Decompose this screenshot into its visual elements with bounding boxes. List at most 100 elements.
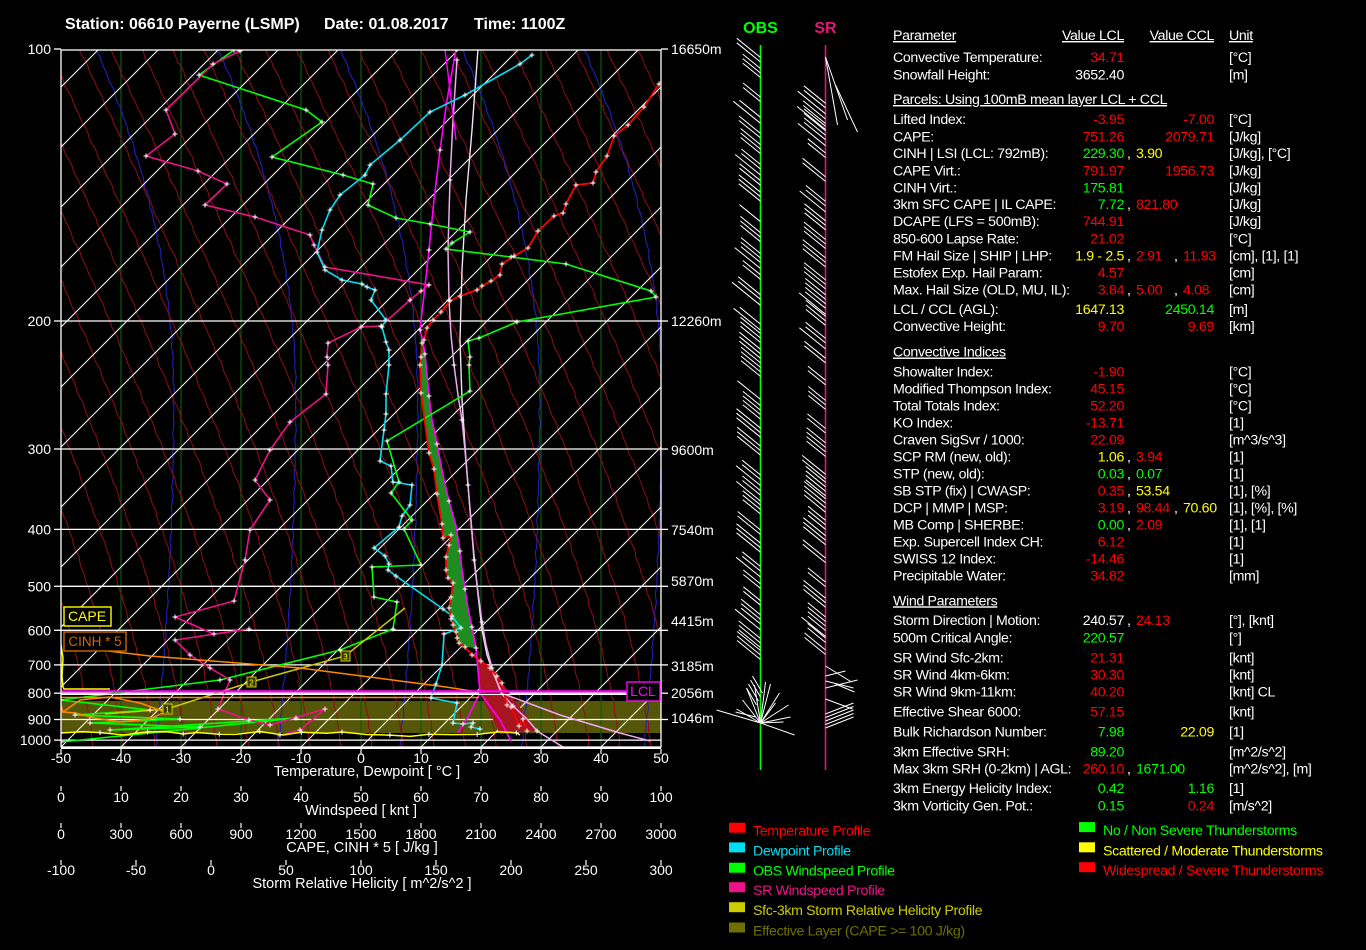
svg-text:CINH * 5: CINH * 5 [68,634,121,649]
svg-text:Windspeed [ knt ]: Windspeed [ knt ] [305,803,417,819]
svg-text:OBS Windspeed Profile: OBS Windspeed Profile [753,864,895,880]
svg-text:821.80: 821.80 [1136,197,1178,213]
svg-text:[1]: [1] [1229,724,1244,740]
svg-text:100: 100 [28,41,52,57]
svg-text:Storm Direction | Motion:: Storm Direction | Motion: [893,613,1040,629]
svg-text:175.81: 175.81 [1083,180,1125,196]
svg-text:Time: 1100Z: Time: 1100Z [474,16,566,33]
svg-text:Precipitable Water:: Precipitable Water: [893,569,1006,585]
svg-text:70.60: 70.60 [1183,501,1217,517]
svg-text:600: 600 [169,826,193,842]
svg-text:Craven SigSvr / 1000:: Craven SigSvr / 1000: [893,433,1024,449]
svg-text:34.71: 34.71 [1090,50,1124,66]
svg-text:21.31: 21.31 [1090,651,1124,667]
svg-text:0.03: 0.03 [1098,466,1125,482]
svg-text:Total Totals Index:: Total Totals Index: [893,399,1000,415]
svg-text:[m]: [m] [1229,302,1248,318]
svg-text:10: 10 [113,789,129,805]
svg-text:-7.00: -7.00 [1183,112,1214,128]
svg-text:[1]: [1] [1229,466,1244,482]
svg-text:Effective Layer (CAPE >= 100 J: Effective Layer (CAPE >= 100 J/kg) [753,924,965,940]
svg-text:[m^2/s^2], [m]: [m^2/s^2], [m] [1229,761,1312,777]
svg-text:4415m: 4415m [671,613,714,629]
svg-text:Max 3km SRH (0-2km) | AGL:: Max 3km SRH (0-2km) | AGL: [893,761,1071,777]
svg-text:Convective Height:: Convective Height: [893,319,1006,335]
svg-text:-20: -20 [231,750,251,766]
svg-text:9.69: 9.69 [1188,319,1215,335]
svg-text:3185m: 3185m [671,658,714,674]
svg-text:[°], [knt]: [°], [knt] [1229,613,1274,629]
svg-text:2: 2 [249,679,254,688]
svg-text:Storm Relative Helicity [ m^2: Storm Relative Helicity [ m^2/s^2 ] [252,876,471,892]
svg-text:-13.71: -13.71 [1086,416,1125,432]
svg-text:24.13: 24.13 [1136,613,1170,629]
svg-text:1046m: 1046m [671,710,714,726]
svg-text:Snowfall Height:: Snowfall Height: [893,68,990,84]
svg-text:-30: -30 [171,750,191,766]
svg-text:2056m: 2056m [671,685,714,701]
svg-text:SB STP (fix) | CWASP:: SB STP (fix) | CWASP: [893,484,1030,500]
svg-text:[cm]: [cm] [1229,265,1254,281]
svg-text:2079.71: 2079.71 [1165,130,1214,146]
svg-text:[knt]: [knt] [1229,668,1254,684]
svg-text:53.54: 53.54 [1136,484,1170,500]
svg-text:3652.40: 3652.40 [1075,68,1124,84]
svg-text:,: , [1127,518,1131,534]
svg-text:[°C]: [°C] [1229,112,1251,128]
svg-text:240.57: 240.57 [1083,613,1125,629]
svg-text:-14.46: -14.46 [1086,552,1125,568]
svg-text:0.42: 0.42 [1098,781,1125,797]
svg-text:3: 3 [343,653,348,662]
svg-text:[mm]: [mm] [1229,569,1259,585]
svg-text:[1], [1]: [1], [1] [1229,518,1266,534]
svg-text:SR: SR [814,20,837,37]
svg-text:1.06: 1.06 [1098,450,1125,466]
svg-text:[knt] CL: [knt] CL [1229,685,1276,701]
svg-text:No / Non Severe Thunderstorms: No / Non Severe Thunderstorms [1103,823,1297,839]
svg-text:400: 400 [28,521,52,537]
svg-text:[1]: [1] [1229,552,1244,568]
svg-text:DCP | MMP | MSP:: DCP | MMP | MSP: [893,501,1008,517]
svg-text:[1]: [1] [1229,781,1244,797]
svg-text:300: 300 [109,826,133,842]
svg-text:,: , [1174,501,1178,517]
svg-text:0: 0 [57,826,65,842]
svg-text:Value LCL: Value LCL [1062,28,1125,44]
svg-text:,: , [1127,761,1131,777]
svg-text:KO Index:: KO Index: [893,416,953,432]
svg-text:SWISS 12 Index:: SWISS 12 Index: [893,552,996,568]
svg-text:70: 70 [473,789,489,805]
svg-text:3.19: 3.19 [1098,501,1125,517]
svg-text:0.24: 0.24 [1188,798,1215,814]
svg-text:791.97: 791.97 [1083,163,1125,179]
svg-text:CAPE:: CAPE: [893,130,934,146]
svg-text:,: , [1174,283,1178,299]
svg-text:300: 300 [649,862,673,878]
svg-text:[°C]: [°C] [1229,381,1251,397]
svg-text:0.00: 0.00 [1098,518,1125,534]
svg-text:5.00: 5.00 [1136,283,1163,299]
svg-text:50: 50 [653,750,669,766]
svg-text:751.26: 751.26 [1083,130,1125,146]
svg-text:Estofex Exp. Hail Param:: Estofex Exp. Hail Param: [893,265,1042,281]
svg-text:1.16: 1.16 [1188,781,1215,797]
svg-text:30.30: 30.30 [1090,668,1124,684]
svg-text:2100: 2100 [465,826,496,842]
svg-text:,: , [1127,501,1131,517]
svg-text:4.08: 4.08 [1183,283,1210,299]
svg-text:[J/kg]: [J/kg] [1229,180,1261,196]
svg-text:250: 250 [574,862,598,878]
svg-text:3km Energy Helicity Index:: 3km Energy Helicity Index: [893,781,1052,797]
svg-text:SR Wind 4km-6km:: SR Wind 4km-6km: [893,668,1010,684]
svg-text:1647.13: 1647.13 [1075,302,1124,318]
svg-text:Bulk Richardson Number:: Bulk Richardson Number: [893,724,1047,740]
svg-text:DCAPE (LFS = 500mB):: DCAPE (LFS = 500mB): [893,214,1039,230]
svg-text:LCL: LCL [630,683,656,699]
svg-text:Convective Indices: Convective Indices [893,345,1006,361]
svg-text:CINH | LSI (LCL: 792mB):: CINH | LSI (LCL: 792mB): [893,146,1048,162]
svg-text:3km Effective SRH:: 3km Effective SRH: [893,744,1009,760]
svg-text:1: 1 [165,706,170,715]
svg-text:[knt]: [knt] [1229,651,1254,667]
svg-text:57.15: 57.15 [1090,705,1124,721]
svg-text:1671.00: 1671.00 [1136,761,1185,777]
